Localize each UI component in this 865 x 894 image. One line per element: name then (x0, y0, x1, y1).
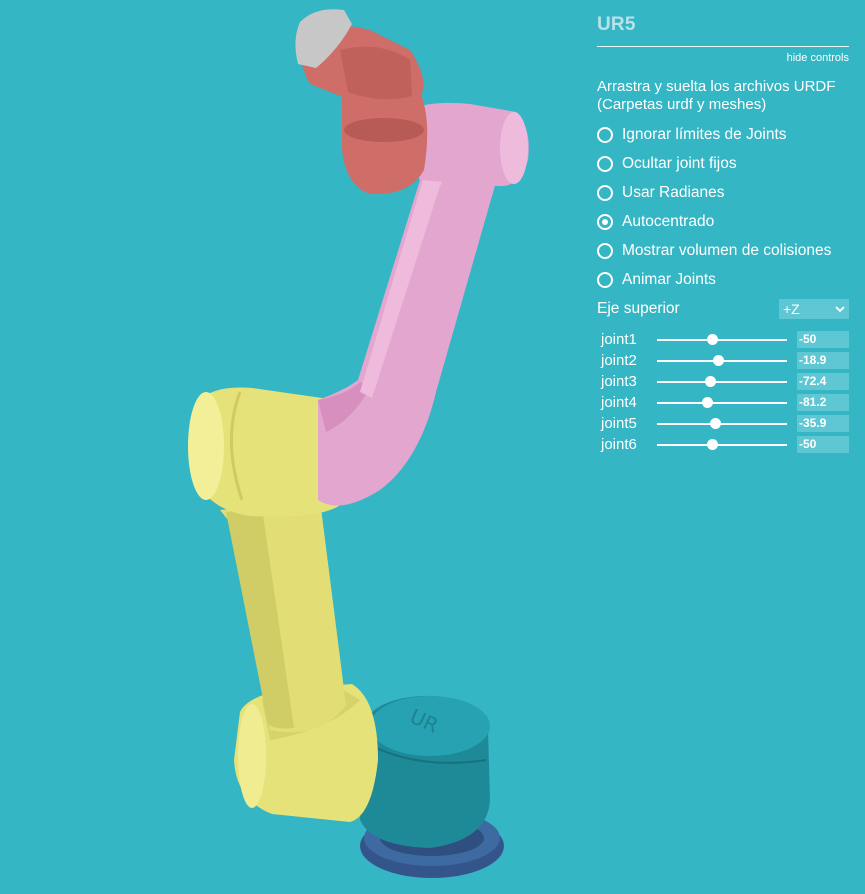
joint-name: joint5 (601, 415, 637, 432)
option-show-collision[interactable]: Mostrar volumen de colisiones (597, 236, 849, 265)
slider-handle[interactable] (704, 375, 716, 387)
joint-slider[interactable] (657, 417, 787, 429)
page-title: UR5 (597, 14, 636, 35)
joint-slider[interactable] (657, 396, 787, 408)
option-label: Usar Radianes (622, 183, 725, 201)
option-hide-fixed-joints[interactable]: Ocultar joint fijos (597, 149, 849, 178)
drop-text-line-2: (Carpetas urdf y meshes) (597, 96, 767, 113)
robot-shoulder-housing: UR (360, 695, 490, 848)
slider-handle[interactable] (707, 438, 719, 450)
joint-name: joint2 (601, 352, 637, 369)
radio-icon[interactable] (597, 271, 613, 288)
option-autocenter[interactable]: Autocentrado (597, 207, 849, 236)
option-ignore-joint-limits[interactable]: Ignorar límites de Joints (597, 120, 849, 149)
joint-value-input[interactable]: -50 (797, 436, 849, 453)
joint-row: joint1 -50 (597, 329, 849, 350)
slider-handle[interactable] (707, 333, 719, 345)
joint-value-input[interactable]: -35.9 (797, 415, 849, 432)
up-axis-label: Eje superior (597, 299, 680, 317)
joint-name: joint3 (601, 373, 637, 390)
joint-row: joint4 -81.2 (597, 392, 849, 413)
radio-icon[interactable] (597, 242, 613, 259)
joint-name: joint1 (601, 331, 637, 348)
option-label: Ignorar límites de Joints (622, 125, 787, 143)
option-animate-joints[interactable]: Animar Joints (597, 265, 849, 294)
joint-row: joint6 -50 (597, 434, 849, 455)
controls-panel: UR5 hide controls Arrastra y suelta los … (597, 14, 849, 455)
joint-name: joint6 (601, 436, 637, 453)
up-axis-row: Eje superior +Z (597, 294, 849, 323)
divider (597, 46, 849, 47)
joint-value-input[interactable]: -18.9 (797, 352, 849, 369)
up-axis-value: +Z (783, 300, 800, 317)
joint-value-input[interactable]: -81.2 (797, 394, 849, 411)
option-label: Mostrar volumen de colisiones (622, 241, 832, 259)
joint-value-input[interactable]: -50 (797, 331, 849, 348)
joint-slider[interactable] (657, 333, 787, 345)
chevron-down-icon (835, 305, 845, 312)
slider-handle[interactable] (712, 354, 724, 366)
hide-controls-link[interactable]: hide controls (597, 52, 849, 64)
radio-icon[interactable] (597, 213, 613, 230)
robot-forearm (318, 138, 497, 506)
joint-row: joint2 -18.9 (597, 350, 849, 371)
option-use-radians[interactable]: Usar Radianes (597, 178, 849, 207)
joint-value-input[interactable]: -72.4 (797, 373, 849, 390)
radio-icon[interactable] (597, 184, 613, 201)
option-label: Ocultar joint fijos (622, 154, 737, 172)
drop-zone-text: Arrastra y suelta los archivos URDF (Car… (597, 78, 849, 114)
joint-slider[interactable] (657, 438, 787, 450)
up-axis-select[interactable]: +Z (779, 298, 849, 319)
joint-slider[interactable] (657, 354, 787, 366)
radio-icon[interactable] (597, 126, 613, 143)
joint-slider[interactable] (657, 375, 787, 387)
joint-row: joint3 -72.4 (597, 371, 849, 392)
joint-name: joint4 (601, 394, 637, 411)
option-label: Animar Joints (622, 270, 716, 288)
slider-handle[interactable] (702, 396, 714, 408)
drop-text-line-1: Arrastra y suelta los archivos URDF (597, 78, 836, 95)
joint-sliders: joint1 -50 joint2 -18.9 joint3 -72.4 joi… (597, 329, 849, 455)
radio-icon[interactable] (597, 155, 613, 172)
option-label: Autocentrado (622, 212, 715, 230)
slider-handle[interactable] (710, 417, 721, 429)
joint-row: joint5 -35.9 (597, 413, 849, 434)
robot-upper-arm (220, 500, 346, 733)
